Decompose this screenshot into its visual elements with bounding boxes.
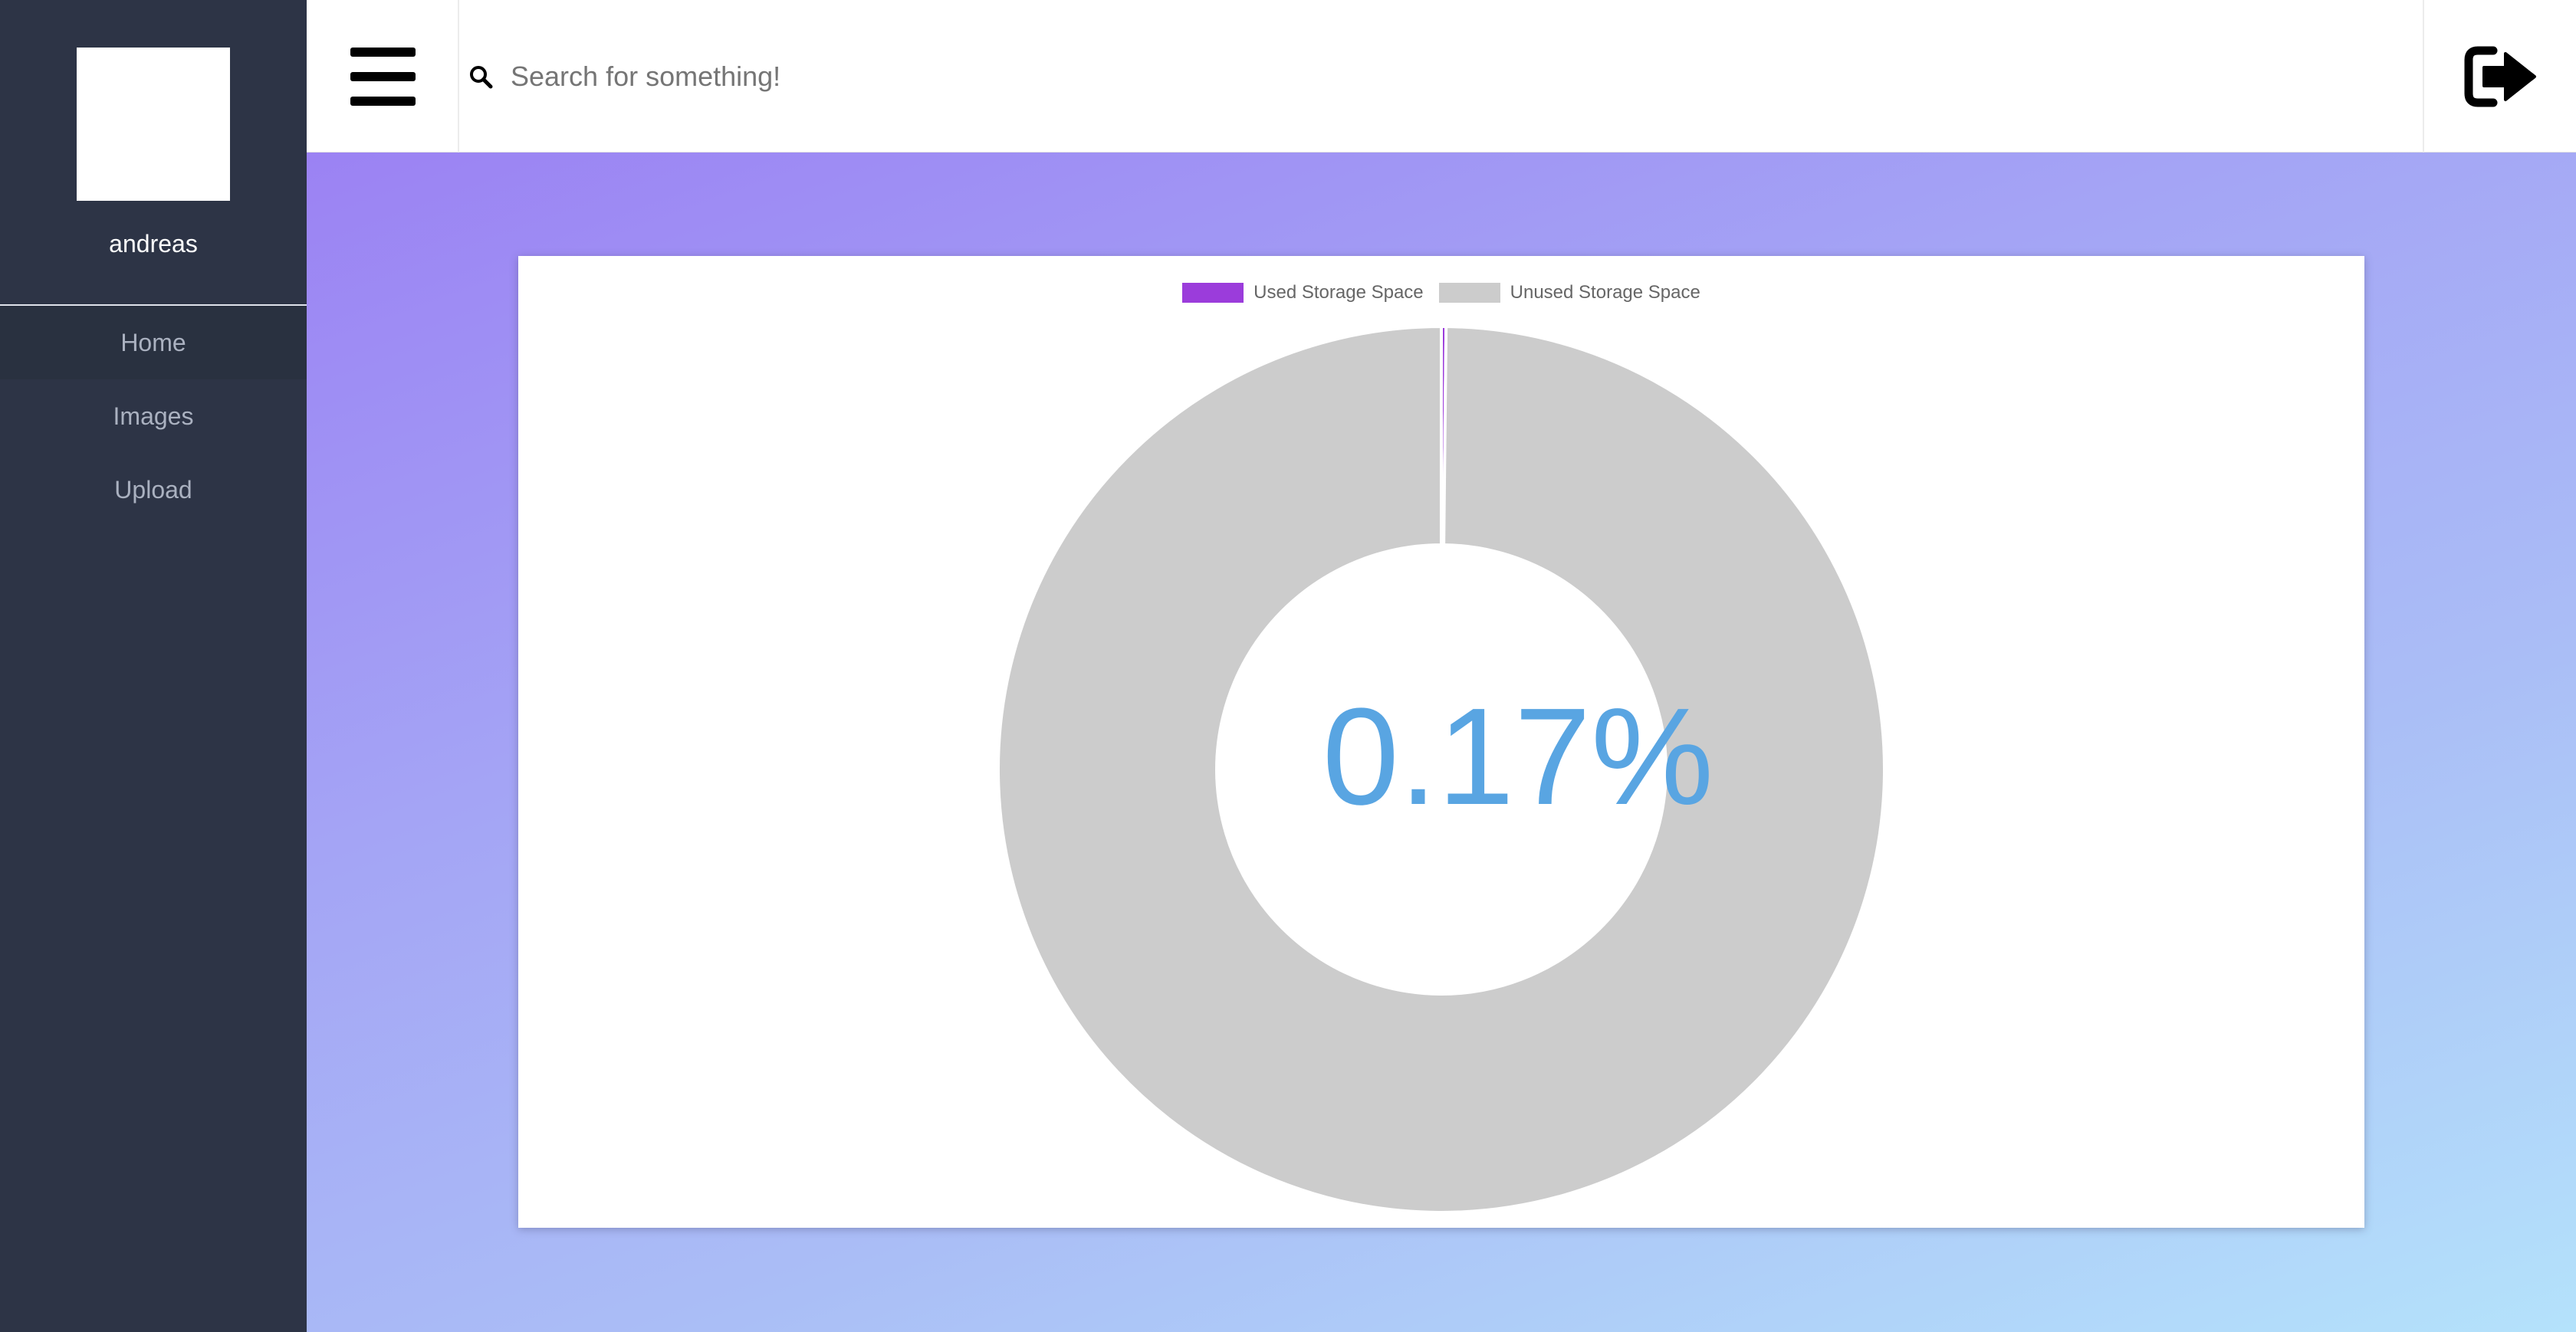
main-content: Used Storage Space Unused Storage Space … bbox=[307, 153, 2576, 1332]
search-input[interactable] bbox=[509, 46, 2349, 107]
search-bar bbox=[459, 0, 2423, 153]
sidebar-item-images[interactable]: Images bbox=[0, 379, 307, 453]
storage-chart-card: Used Storage Space Unused Storage Space … bbox=[518, 256, 2364, 1228]
avatar[interactable] bbox=[77, 48, 230, 201]
username: andreas bbox=[109, 230, 198, 258]
sidebar-item-upload[interactable]: Upload bbox=[0, 453, 307, 527]
sidebar-item-home[interactable]: Home bbox=[0, 306, 307, 379]
sign-out-icon bbox=[2464, 46, 2536, 107]
logout-button[interactable] bbox=[2423, 0, 2576, 153]
top-bar bbox=[307, 0, 2576, 153]
sidebar: andreas Home Images Upload bbox=[0, 0, 307, 1332]
center-percentage: 0.17% bbox=[1322, 680, 1714, 834]
menu-toggle-button[interactable] bbox=[307, 0, 459, 153]
search-icon bbox=[470, 66, 493, 89]
